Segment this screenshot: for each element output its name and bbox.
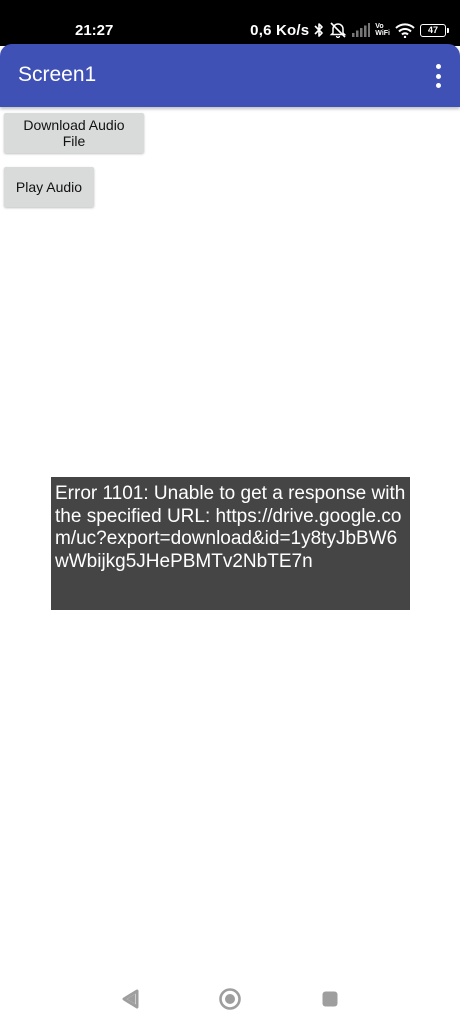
download-audio-button[interactable]: Download Audio File: [4, 113, 144, 153]
signal-icon: [352, 23, 371, 37]
menu-dot: [435, 64, 441, 69]
status-time: 21:27: [75, 22, 114, 39]
status-icons: 0,6 Ko/s Vo WiFi 47: [250, 20, 449, 40]
navigation-bar: [0, 972, 460, 1024]
status-bar: 21:27 0,6 Ko/s Vo WiFi 47: [0, 0, 460, 46]
recents-icon[interactable]: [317, 986, 343, 1012]
app-bar: Screen1: [0, 44, 460, 107]
mute-icon: [329, 22, 347, 38]
menu-dot: [435, 73, 441, 79]
network-speed: 0,6 Ko/s: [250, 21, 310, 39]
page-title: Screen1: [18, 63, 97, 86]
vowifi-top: Vo: [375, 23, 384, 30]
home-icon[interactable]: [217, 986, 243, 1012]
battery-icon: 47: [420, 23, 449, 37]
vowifi-bottom: WiFi: [375, 30, 390, 37]
menu-dot: [435, 83, 441, 88]
bluetooth-icon: [314, 23, 324, 37]
overflow-menu-icon[interactable]: [430, 64, 446, 88]
back-icon[interactable]: [117, 986, 143, 1012]
vowifi-indicator: Vo WiFi: [375, 23, 390, 37]
error-toast: Error 1101: Unable to get a response wit…: [51, 477, 410, 610]
wifi-icon: [395, 22, 415, 38]
play-audio-button[interactable]: Play Audio: [4, 167, 94, 207]
